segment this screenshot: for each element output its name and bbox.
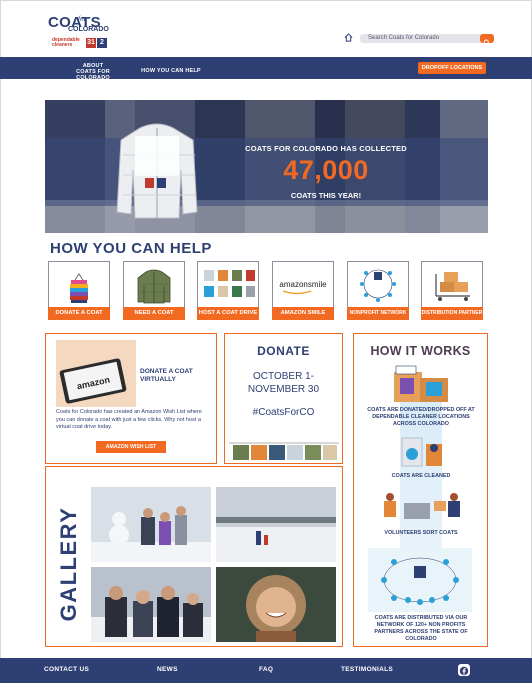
search-icon	[483, 39, 490, 46]
card-label-distribution-partner: DISTRIBUTION PARTNER	[421, 307, 483, 320]
footer-link-faq[interactable]: FAQ	[259, 666, 273, 673]
hero-coat-count: 47,000	[283, 155, 369, 185]
hero-heading: COATS FOR COLORADO HAS COLLECTED	[245, 144, 407, 153]
card-label-host-a-coat-drive: HOST A COAT DRIVE	[197, 307, 259, 320]
donate-title: DONATE	[257, 344, 310, 358]
donate-virtually-title: DONATE A COAT VIRTUALLY	[140, 368, 193, 383]
family-selfie-photo[interactable]	[91, 567, 211, 642]
boxes-cart-icon	[435, 272, 470, 301]
family-selfie-image	[91, 567, 211, 642]
coat-grid-icon	[204, 270, 255, 297]
how-it-works-panel: HOW IT WORKS COATS ARE DONATED/DROPPED O…	[353, 333, 488, 647]
donate-dates-panel: DONATE OCTOBER 1- NOVEMBER 30 #CoatsForC…	[224, 333, 343, 464]
card-label-nonprofit-network: NONPROFIT NETWORK	[347, 307, 409, 320]
logo-badge-2: 2	[97, 38, 107, 48]
facebook-icon	[459, 666, 469, 676]
gallery-title: GALLERY	[56, 507, 81, 622]
donate-hashtag: #CoatsForCO	[252, 407, 315, 418]
donate-date-start: OCTOBER 1-	[253, 371, 314, 382]
card-label-need-a-coat: NEED A COAT	[123, 307, 185, 320]
card-nonprofit-network[interactable]: NONPROFIT NETWORK	[347, 261, 409, 320]
search-input[interactable]: Search Coats for Colorado	[368, 34, 439, 43]
donate-virtually-body: Coats for Colorado has created an Amazon…	[56, 409, 202, 430]
distribution-network-icon	[368, 548, 472, 612]
coat-stack-icon	[70, 273, 88, 303]
site-logo[interactable]: COATS for COLORADO dependable cleaners 3…	[48, 14, 114, 52]
amazon-smile-logo: amazonsmile	[279, 280, 327, 295]
child-fur-hood-image	[216, 567, 336, 642]
facebook-button[interactable]	[458, 664, 470, 676]
footer-link-testimonials[interactable]: TESTIMONIALS	[341, 666, 393, 673]
winter-walk-photo[interactable]	[216, 487, 336, 562]
child-fur-hood-photo[interactable]	[216, 567, 336, 642]
amazon-phone-photo: amazon	[56, 340, 136, 407]
amazon-smile-logo-text: amazonsmile	[279, 280, 327, 289]
hero-jacket-art	[116, 123, 198, 219]
hero-subheading: COATS THIS YEAR!	[290, 191, 362, 200]
how-you-can-help-title: HOW YOU CAN HELP	[50, 240, 212, 257]
gallery-panel: GALLERY	[45, 466, 343, 647]
card-donate-a-coat[interactable]: DONATE A COAT	[48, 261, 110, 320]
amazon-wish-list-button[interactable]: AMAZON WISH LIST	[96, 441, 166, 453]
winter-walk-image	[216, 487, 336, 562]
volunteers-sorting-icon	[384, 493, 460, 519]
card-label-donate-a-coat: DONATE A COAT	[48, 307, 110, 320]
search-bar[interactable]: Search Coats for Colorado	[360, 34, 494, 46]
jacket-icon	[137, 269, 171, 304]
washing-machine-icon	[401, 437, 442, 467]
gallery-title-text: GALLERY	[56, 507, 81, 622]
hanging-coats-art	[229, 442, 339, 460]
step-1-caption: COATS ARE DONATED/DROPPED OFF AT DEPENDA…	[367, 407, 475, 427]
site-footer: CONTACT US NEWS FAQ TESTIMONIALS	[0, 658, 532, 683]
footer-link-news[interactable]: NEWS	[157, 666, 178, 673]
network-icon	[360, 269, 396, 302]
snowman-family-image	[91, 487, 211, 562]
card-label-amazon-smile: AMAZON SMILE	[272, 307, 334, 320]
home-icon[interactable]	[344, 33, 353, 42]
dropoff-locations-button[interactable]: DROPOFF LOCATIONS	[418, 62, 486, 74]
nav-item-about[interactable]: ABOUT COATS FOR COLORADO	[60, 63, 126, 81]
search-button[interactable]	[480, 34, 494, 46]
step-4-caption: COATS ARE DISTRIBUTED VIA OUR NETWORK OF…	[374, 615, 468, 642]
donate-dates: OCTOBER 1- NOVEMBER 30	[225, 370, 342, 396]
donation-boxes-icon	[394, 365, 448, 402]
phone-image: amazon	[59, 358, 127, 404]
snowman-family-photo[interactable]	[91, 487, 211, 562]
footer-link-contact-us[interactable]: CONTACT US	[44, 666, 89, 673]
card-amazon-smile[interactable]: amazonsmile AMAZON SMILE	[272, 261, 334, 320]
nav-about-label: COATS FOR COLORADO	[76, 69, 110, 81]
nav-item-how-you-can-help[interactable]: HOW YOU CAN HELP	[140, 68, 202, 74]
card-need-a-coat[interactable]: NEED A COAT	[123, 261, 185, 320]
donate-virtually-panel: amazon DONATE A COAT VIRTUALLY Coats for…	[45, 333, 217, 464]
step-2-caption: COATS ARE CLEANED	[391, 473, 451, 479]
hero-banner: COATS FOR COLORADO HAS COLLECTED 47,000 …	[45, 100, 488, 233]
logo-sponsor: dependable cleaners	[52, 37, 80, 48]
how-it-works-title: HOW IT WORKS	[370, 344, 471, 358]
logo-word-colorado: COLORADO	[68, 26, 109, 33]
logo-word-for: for	[78, 15, 87, 23]
logo-badge-31: 31	[86, 38, 96, 48]
donate-date-end: NOVEMBER 30	[247, 384, 320, 395]
card-host-a-coat-drive[interactable]: HOST A COAT DRIVE	[197, 261, 259, 320]
card-distribution-partner[interactable]: DISTRIBUTION PARTNER	[421, 261, 483, 320]
step-3-caption: VOLUNTEERS SORT COATS	[384, 530, 458, 536]
